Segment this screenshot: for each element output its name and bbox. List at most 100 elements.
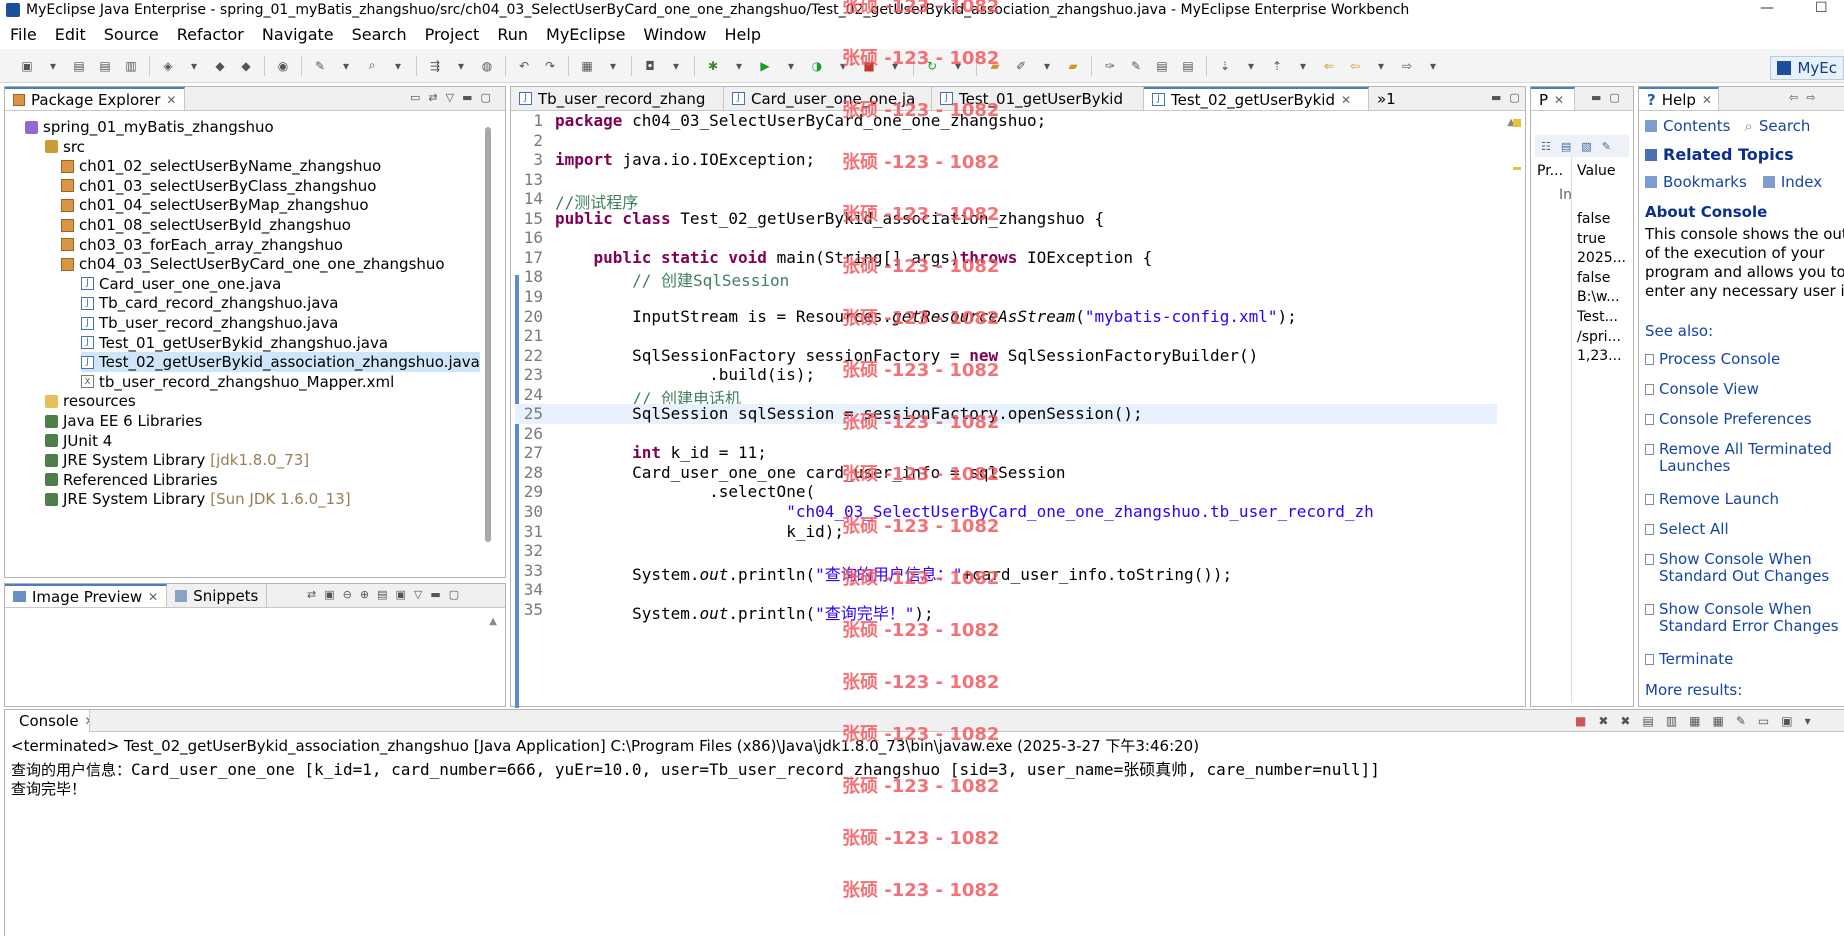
run-icon[interactable]: ▶	[756, 57, 774, 75]
show-stdout-icon[interactable]: ▦	[1689, 714, 1700, 728]
view-menu-icon[interactable]: ▾	[1805, 714, 1811, 728]
menu-help[interactable]: Help	[716, 25, 770, 44]
menu-search[interactable]: Search	[343, 25, 416, 44]
hierarchy-icon[interactable]: ⇶	[426, 57, 444, 75]
format2-icon[interactable]: ▤	[1179, 57, 1197, 75]
tree-scrollbar[interactable]	[485, 127, 491, 542]
package-icon[interactable]: ◆	[211, 57, 229, 75]
close-icon[interactable]: ✕	[85, 714, 89, 728]
tab-package-explorer[interactable]: Package Explorer ✕	[5, 87, 186, 110]
menu-source[interactable]: Source	[95, 25, 168, 44]
fit-icon[interactable]: ▣	[324, 588, 334, 601]
tree-item[interactable]: ch01_02_selectUserByName_zhangshuo	[61, 156, 381, 176]
remove-launch-icon[interactable]: ✖	[1598, 714, 1608, 728]
tab-console[interactable]: Console ✕	[5, 709, 90, 732]
help-related-topics[interactable]: Related Topics	[1663, 145, 1794, 164]
tree-item[interactable]: J Tb_user_record_zhangshuo.java	[81, 313, 338, 333]
minimize-button[interactable]: —	[1760, 0, 1774, 16]
folder-icon[interactable]: ▰	[1064, 57, 1082, 75]
close-icon[interactable]: ✕	[148, 590, 158, 604]
dropdown-icon[interactable]: ▾	[452, 57, 470, 75]
forward-icon[interactable]: ⇨	[1806, 91, 1815, 104]
tab-tb-user-record[interactable]: J Tb_user_record_zhang	[511, 87, 724, 110]
save-all-icon[interactable]: ▤	[96, 57, 114, 75]
dropdown-icon[interactable]: ▾	[949, 57, 967, 75]
property-value[interactable]: /spri...	[1577, 329, 1621, 345]
tree-item[interactable]: JUnit 4	[45, 431, 112, 451]
display-console-icon[interactable]: ▭	[1758, 714, 1769, 728]
back-nav-icon[interactable]: ⇦	[1346, 57, 1364, 75]
actual-size-icon[interactable]: ▤	[377, 588, 387, 601]
menu-project[interactable]: Project	[416, 25, 489, 44]
scroll-up-icon[interactable]: ▲	[489, 616, 497, 627]
dropdown-icon[interactable]: ▾	[834, 57, 852, 75]
remove-all-icon[interactable]: ✖	[1620, 714, 1630, 728]
close-icon[interactable]: ✕	[1341, 93, 1351, 107]
zoom-in-icon[interactable]: ⊕	[360, 588, 369, 601]
maximize-button[interactable]: ☐	[1815, 0, 1828, 16]
dropdown-icon[interactable]: ▾	[337, 57, 355, 75]
pencil-icon[interactable]: ✎	[1127, 57, 1145, 75]
brush-icon[interactable]: ✐	[1012, 57, 1030, 75]
pin-console-icon[interactable]: ✎	[1736, 714, 1746, 728]
terminate-icon[interactable]: ■	[1575, 714, 1586, 728]
zoom-out-icon[interactable]: ⊖	[343, 588, 352, 601]
tab-properties[interactable]: P ✕	[1531, 87, 1575, 110]
restore-icon[interactable]: ▧	[1581, 140, 1591, 153]
tab-card-user-one-one[interactable]: J Card_user_one_one.ja	[724, 87, 932, 110]
tree-item[interactable]: ch03_03_forEach_array_zhangshuo	[61, 235, 343, 255]
advanced-icon[interactable]: ▤	[1561, 140, 1571, 153]
tab-help[interactable]: ? Help ✕	[1639, 87, 1719, 110]
dropdown-icon[interactable]: ▾	[389, 57, 407, 75]
help-contents-link[interactable]: Contents	[1663, 117, 1730, 135]
format-icon[interactable]: ▤	[1153, 57, 1171, 75]
tree-item[interactable]: J Test_02_getUserBykid_association_zhangs…	[81, 352, 480, 373]
menu-window[interactable]: Window	[634, 25, 715, 44]
tree-item[interactable]: J Card_user_one_one.java	[81, 274, 281, 294]
stop-icon[interactable]: ■	[860, 57, 878, 75]
show-stderr-icon[interactable]: ▦	[1713, 714, 1724, 728]
tree-item[interactable]: Java EE 6 Libraries	[45, 411, 202, 431]
wizard-icon[interactable]: ✎	[311, 57, 329, 75]
web-icon[interactable]: ◍	[478, 57, 496, 75]
close-icon[interactable]: ✕	[1702, 93, 1712, 107]
server-icon[interactable]: ◉	[274, 57, 292, 75]
menu-refactor[interactable]: Refactor	[168, 25, 253, 44]
pin-icon[interactable]: ✎	[1602, 140, 1611, 153]
menu-file[interactable]: File	[0, 25, 46, 44]
menu-edit[interactable]: Edit	[46, 25, 95, 44]
help-more-results[interactable]: More results:	[1645, 681, 1742, 699]
pin-icon[interactable]: ✑	[1101, 57, 1119, 75]
dropdown-icon[interactable]: ▾	[667, 57, 685, 75]
prev-annotation-icon[interactable]: ⇡	[1268, 57, 1286, 75]
next-annotation-icon[interactable]: ⇣	[1216, 57, 1234, 75]
help-topic-link[interactable]: Select All	[1659, 521, 1729, 538]
deploy-icon[interactable]: ◆	[237, 57, 255, 75]
help-index-link[interactable]: Index	[1781, 173, 1822, 191]
minimize-icon[interactable]: ▬	[430, 588, 440, 601]
help-topic-link[interactable]: Remove All Terminated Launches	[1659, 441, 1832, 475]
collapse-all-icon[interactable]: ▭	[410, 91, 420, 104]
tree-item[interactable]: JRE System Library [Sun JDK 1.6.0_13]	[45, 489, 351, 509]
coverage-icon[interactable]: ◑	[808, 57, 826, 75]
tree-item[interactable]: Xtb_user_record_zhangshuo_Mapper.xml	[81, 372, 394, 392]
tree-item[interactable]: J Tb_card_record_zhangshuo.java	[81, 293, 339, 313]
dropdown-icon[interactable]: ▾	[782, 57, 800, 75]
tree-item[interactable]: spring_01_myBatis_zhangshuo	[25, 117, 274, 137]
maximize-icon[interactable]: ▢	[1609, 91, 1619, 104]
help-topic-link[interactable]: Show Console When Standard Out Changes	[1659, 551, 1829, 585]
tree-item[interactable]: src	[45, 137, 85, 157]
tree-item[interactable]: ch01_08_selectUserById_zhangshuo	[61, 215, 351, 235]
property-value[interactable]: true	[1577, 231, 1606, 247]
dropdown-icon[interactable]: ▾	[44, 57, 62, 75]
debug-icon[interactable]: ✱	[704, 57, 722, 75]
tree-item[interactable]: ch01_04_selectUserByMap_zhangshuo	[61, 195, 369, 215]
tree-item[interactable]: ch04_03_SelectUserByCard_one_one_zhangsh…	[61, 254, 445, 274]
external-tools-icon[interactable]: ▦	[578, 57, 596, 75]
tab-image-preview[interactable]: Image Preview ✕	[5, 584, 168, 607]
menu-run[interactable]: Run	[488, 25, 537, 44]
help-topic-link[interactable]: Console Preferences	[1659, 411, 1812, 428]
help-topic-link[interactable]: Process Console	[1659, 351, 1780, 368]
help-topic-link[interactable]: Remove Launch	[1659, 491, 1779, 508]
minimize-icon[interactable]: ▬	[1591, 91, 1601, 104]
